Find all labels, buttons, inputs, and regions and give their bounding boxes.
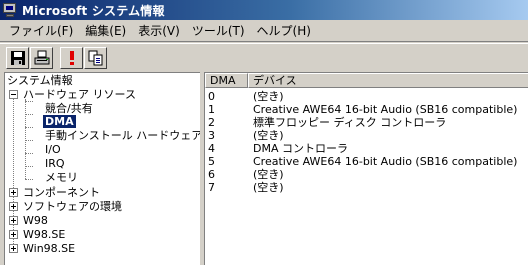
tree-item-irq[interactable]: IRQ: [45, 157, 65, 170]
copy-icon: [88, 50, 102, 65]
device-cell: Creative AWE64 16-bit Audio (SB16 compat…: [253, 155, 518, 168]
dma-cell: 2: [208, 116, 215, 129]
tree-item-components[interactable]: コンポーネント: [23, 186, 100, 199]
menu-tools[interactable]: ツール(T): [186, 22, 251, 40]
window-title: Microsoft システム情報: [22, 3, 165, 18]
tree-item-software[interactable]: ソフトウェアの環境: [23, 200, 122, 213]
device-cell: 標準フロッピー ディスク コントローラ: [253, 116, 447, 129]
menu-bar: ファイル(F) 編集(E) 表示(V) ツール(T) ヘルプ(H): [0, 20, 528, 42]
expand-toggle-components[interactable]: [9, 188, 18, 197]
toolbar: [0, 43, 528, 71]
tree-item-w98[interactable]: W98: [23, 214, 48, 227]
computer-icon: [2, 2, 18, 18]
tree-item-io[interactable]: I/O: [45, 143, 61, 156]
tree-pane[interactable]: システム情報 ハードウェア リソース 競合/共有 DMA 手動インストール ハー…: [4, 72, 200, 265]
expand-toggle-software[interactable]: [9, 202, 18, 211]
dma-cell: 4: [208, 142, 215, 155]
tree-item-memory[interactable]: メモリ: [45, 171, 78, 184]
details-pane[interactable]: DMA デバイス 0 (空き) 1 Creative AWE64 16-bit …: [204, 72, 528, 265]
dma-cell: 3: [208, 129, 215, 142]
print-icon: [34, 50, 49, 64]
column-header-dma[interactable]: DMA: [205, 73, 248, 88]
menu-help[interactable]: ヘルプ(H): [251, 22, 317, 40]
dma-cell: 6: [208, 168, 215, 181]
menu-view[interactable]: 表示(V): [132, 22, 186, 40]
dma-cell: 0: [208, 90, 215, 103]
tree-item-win98se[interactable]: Win98.SE: [23, 242, 75, 255]
title-bar[interactable]: Microsoft システム情報: [0, 0, 528, 20]
device-cell: Creative AWE64 16-bit Audio (SB16 compat…: [253, 103, 518, 116]
collapse-toggle-hardware[interactable]: [9, 90, 18, 99]
device-cell: (空き): [253, 90, 284, 103]
print-button[interactable]: [30, 46, 53, 69]
tree-item-w98se[interactable]: W98.SE: [23, 228, 65, 241]
alert-button[interactable]: [60, 46, 83, 69]
column-header-device[interactable]: デバイス: [248, 73, 528, 88]
tree-root[interactable]: システム情報: [7, 74, 73, 87]
device-cell: (空き): [253, 129, 284, 142]
save-icon: [10, 50, 25, 65]
device-cell: DMA コントローラ: [253, 142, 348, 155]
save-button[interactable]: [6, 46, 29, 69]
dma-cell: 5: [208, 155, 215, 168]
expand-toggle-win98se[interactable]: [9, 244, 18, 253]
copy-button[interactable]: [84, 46, 107, 69]
exclamation-icon: [69, 50, 74, 65]
dma-cell: 7: [208, 181, 215, 194]
tree-item-conflicts[interactable]: 競合/共有: [45, 102, 93, 115]
expand-toggle-w98se[interactable]: [9, 230, 18, 239]
device-cell: (空き): [253, 168, 284, 181]
menu-edit[interactable]: 編集(E): [79, 22, 132, 40]
expand-toggle-w98[interactable]: [9, 216, 18, 225]
device-cell: (空き): [253, 181, 284, 194]
dma-cell: 1: [208, 103, 215, 116]
tree-item-dma[interactable]: DMA: [43, 115, 76, 128]
menu-file[interactable]: ファイル(F): [3, 22, 79, 40]
tree-item-forced-hardware[interactable]: 手動インストール ハードウェア: [45, 129, 200, 142]
tree-item-hardware[interactable]: ハードウェア リソース: [23, 88, 136, 101]
